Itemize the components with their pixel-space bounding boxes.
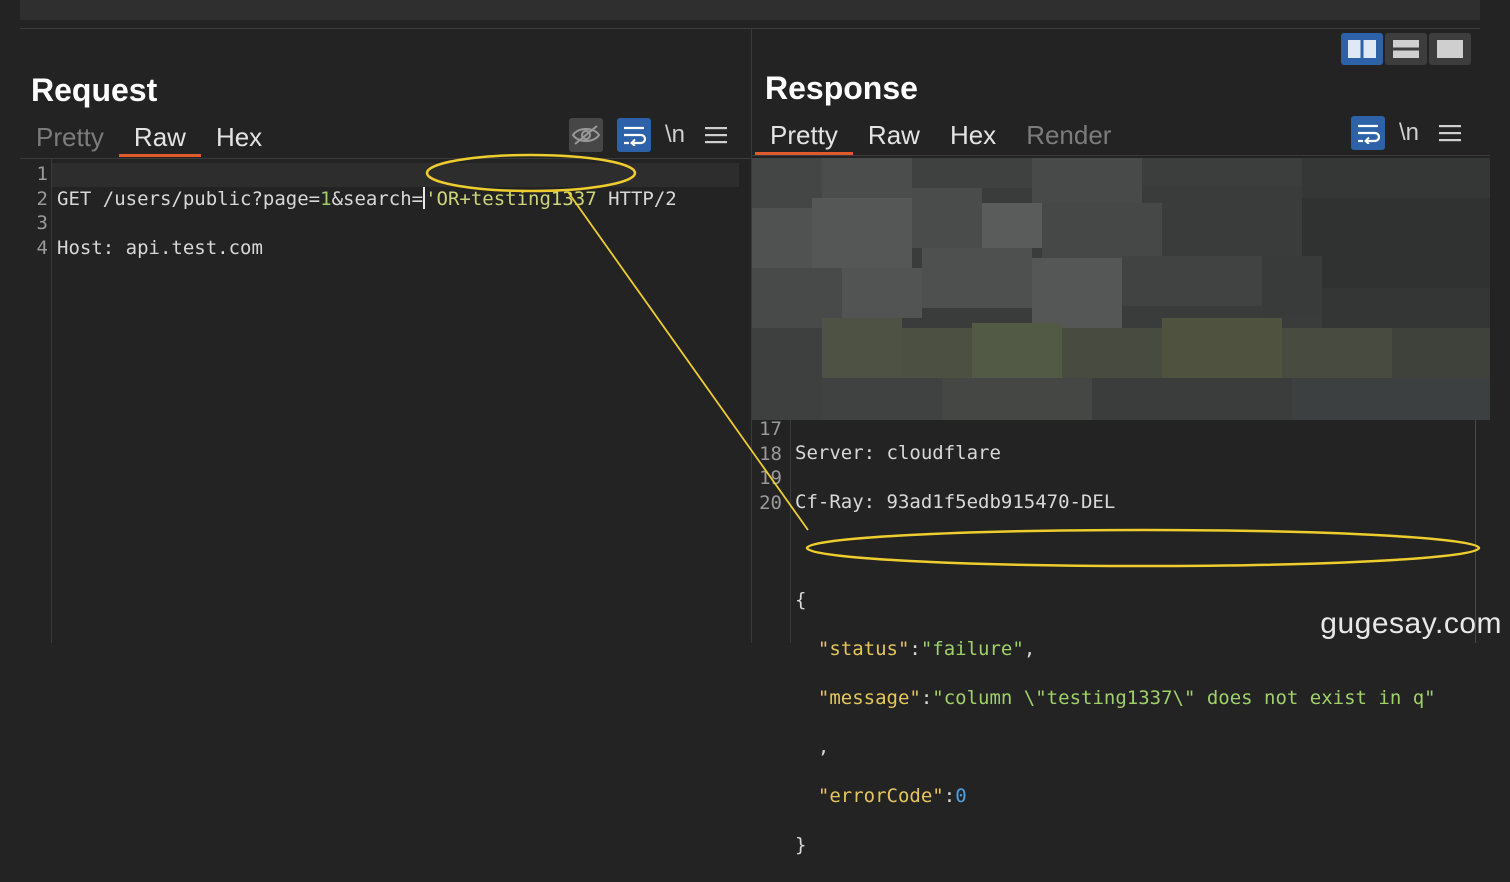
request-title: Request xyxy=(31,72,158,108)
search-param-name: &search= xyxy=(331,187,424,210)
line-number: 4 xyxy=(36,236,48,259)
request-editor-tools: \n xyxy=(569,118,733,152)
watermark: gugesay.com xyxy=(1320,607,1502,640)
json-comma: , xyxy=(817,735,830,758)
request-editor[interactable]: GET /users/public?page=1&search= 'OR+test… xyxy=(57,162,677,285)
top-divider xyxy=(20,28,1480,29)
single-pane-layout-button[interactable] xyxy=(1429,33,1471,65)
request-path: /users/public?page= xyxy=(91,187,321,210)
hide-non-printable-button[interactable] xyxy=(569,118,603,152)
single-pane-icon xyxy=(1437,40,1463,58)
redacted-headers-pixelated xyxy=(752,158,1490,420)
top-toolbar-strip xyxy=(20,0,1480,20)
response-editor-tools: \n xyxy=(1351,116,1467,150)
response-blank-line xyxy=(795,539,1436,564)
json-comma-line: , xyxy=(795,735,1436,760)
line-number: 17 xyxy=(759,418,782,440)
response-header-cf-ray: Cf-Ray: 93ad1f5edb915470-DEL xyxy=(795,490,1436,515)
response-header-server: Server: cloudflare xyxy=(795,441,1436,466)
json-value: "column \"testing1337\" does not exist i… xyxy=(932,686,1436,709)
request-editor-border xyxy=(20,158,751,159)
http-protocol: HTTP/2 xyxy=(596,187,677,210)
response-gutter xyxy=(790,420,791,643)
request-gutter xyxy=(51,159,52,643)
json-key: "status" xyxy=(817,637,910,660)
request-line-numbers: 1234 xyxy=(26,162,48,260)
header-value: api.test.com xyxy=(114,236,263,259)
editor-menu-button[interactable] xyxy=(699,118,733,152)
line-number: 3 xyxy=(36,212,48,234)
header-key: Cf-Ray: xyxy=(795,490,876,513)
header-key: Server: xyxy=(795,441,876,464)
response-editor[interactable]: Server: cloudflare Cf-Ray: 93ad1f5edb915… xyxy=(795,416,1436,882)
response-word-wrap-button[interactable] xyxy=(1351,116,1385,150)
side-by-side-layout-button[interactable] xyxy=(1341,33,1383,65)
layout-toggle xyxy=(1341,33,1471,65)
response-tab-raw[interactable]: Raw xyxy=(853,117,935,153)
show-newlines-button[interactable]: \n xyxy=(665,121,685,149)
wrap-lines-icon xyxy=(1358,124,1381,144)
header-value: 93ad1f5edb915470-DEL xyxy=(875,490,1116,513)
json-error-code-line: "errorCode":0 xyxy=(817,784,967,807)
eye-slash-icon xyxy=(571,125,601,145)
request-line-1[interactable]: GET /users/public?page=1&search= 'OR+test… xyxy=(57,186,677,212)
line-number: 1 xyxy=(36,163,48,185)
request-tab-raw[interactable]: Raw xyxy=(118,119,201,157)
response-show-newlines-button[interactable]: \n xyxy=(1399,119,1419,147)
response-tab-pretty[interactable]: Pretty xyxy=(755,117,853,155)
request-tab-pretty[interactable]: Pretty xyxy=(21,119,119,155)
line-number: 20 xyxy=(759,491,782,514)
line-number: 18 xyxy=(759,442,782,465)
response-title: Response xyxy=(765,70,918,106)
page-param-value: 1 xyxy=(320,187,332,210)
line-number: 2 xyxy=(36,187,48,210)
columns-icon xyxy=(1348,40,1376,58)
response-tabs: Pretty Raw Hex Render xyxy=(755,117,1126,155)
wrap-lines-icon xyxy=(624,126,647,146)
json-value: "failure" xyxy=(920,637,1024,660)
request-tab-hex[interactable]: Hex xyxy=(201,119,277,155)
request-line-2[interactable]: Host: api.test.com xyxy=(57,236,677,261)
json-message-line: "message":"column \"testing1337\" does n… xyxy=(817,686,1436,709)
response-editor-border xyxy=(752,155,1490,156)
line-number: 19 xyxy=(759,467,782,489)
header-key: Host: xyxy=(57,236,115,259)
json-key: "errorCode" xyxy=(817,784,944,807)
search-param-value: 'OR+testing1337 xyxy=(425,187,597,210)
word-wrap-button[interactable] xyxy=(617,118,651,152)
response-editor-menu-button[interactable] xyxy=(1433,116,1467,150)
header-value: cloudflare xyxy=(875,441,1001,464)
hamburger-icon xyxy=(705,127,728,144)
http-method: GET xyxy=(57,187,92,210)
request-tabs: Pretty Raw Hex xyxy=(21,119,277,157)
response-tab-render[interactable]: Render xyxy=(1011,117,1126,153)
response-line-numbers: 17 18 19 20 xyxy=(754,417,782,515)
json-key: "message" xyxy=(817,686,921,709)
hamburger-icon xyxy=(1439,125,1462,142)
json-number: 0 xyxy=(955,784,967,807)
rows-icon xyxy=(1393,40,1419,58)
response-tab-hex[interactable]: Hex xyxy=(935,117,1011,153)
stacked-layout-button[interactable] xyxy=(1385,33,1427,65)
json-close-brace: } xyxy=(795,833,807,856)
